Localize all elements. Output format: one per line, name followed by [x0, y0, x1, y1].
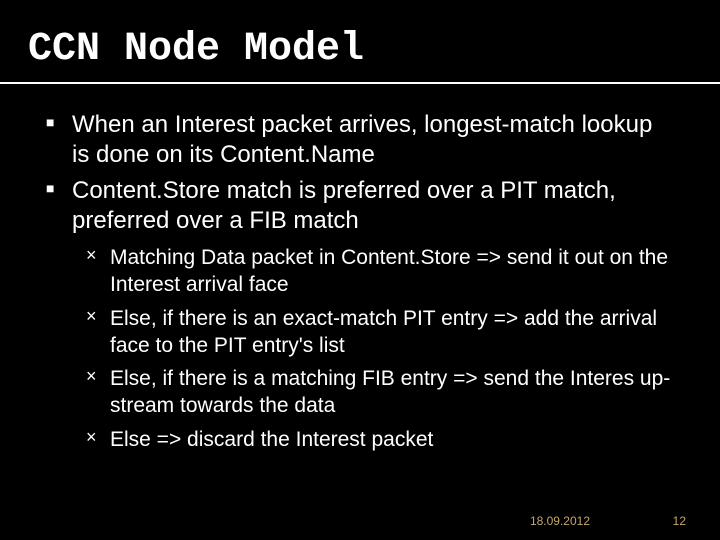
slide: CCN Node Model When an Interest packet a…	[0, 0, 720, 540]
bullet-text: Matching Data packet in Content.Store =>…	[110, 246, 668, 296]
list-item: When an Interest packet arrives, longest…	[46, 110, 674, 170]
slide-title: CCN Node Model	[28, 28, 692, 72]
bullet-list-level1: When an Interest packet arrives, longest…	[46, 110, 674, 453]
title-underline	[0, 82, 720, 84]
bullet-text: Else, if there is an exact-match PIT ent…	[110, 307, 657, 357]
footer-page-number: 12	[673, 514, 686, 528]
bullet-text: Else => discard the Interest packet	[110, 428, 433, 451]
slide-body: When an Interest packet arrives, longest…	[46, 110, 674, 459]
footer-date: 18.09.2012	[530, 514, 590, 528]
list-item: Else, if there is a matching FIB entry =…	[86, 365, 674, 420]
bullet-text: Content.Store match is preferred over a …	[72, 177, 616, 234]
bullet-list-level2: Matching Data packet in Content.Store =>…	[72, 244, 674, 453]
list-item: Else, if there is an exact-match PIT ent…	[86, 305, 674, 360]
bullet-text: Else, if there is a matching FIB entry =…	[110, 367, 670, 417]
list-item: Content.Store match is preferred over a …	[46, 176, 674, 453]
list-item: Matching Data packet in Content.Store =>…	[86, 244, 674, 299]
list-item: Else => discard the Interest packet	[86, 426, 674, 453]
bullet-text: When an Interest packet arrives, longest…	[72, 111, 652, 168]
